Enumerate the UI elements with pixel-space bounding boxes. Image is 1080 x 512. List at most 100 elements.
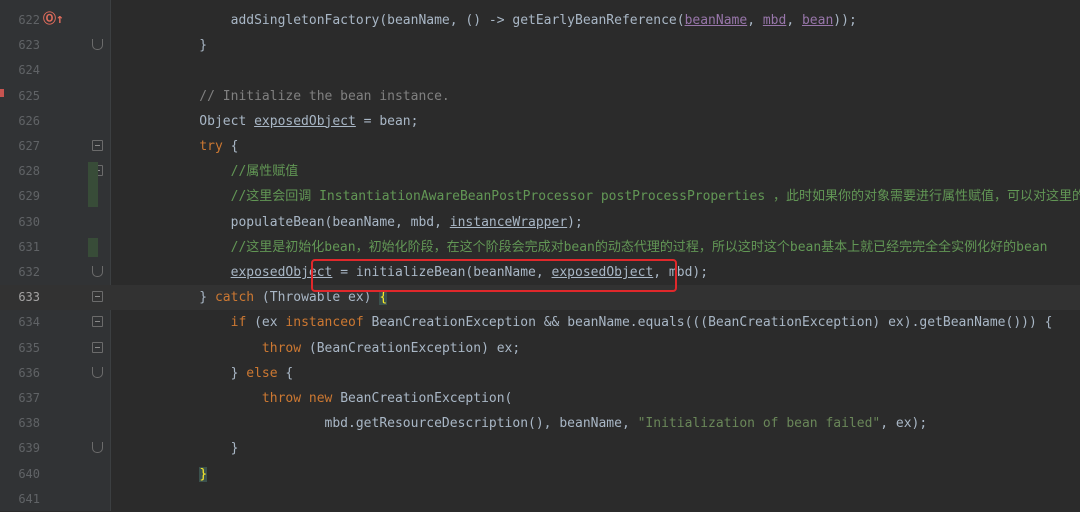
code-token: bean (801, 13, 834, 28)
code-token: mbd (762, 13, 787, 28)
code-text: throw (BeanCreationException) ex; (168, 336, 520, 361)
code-line[interactable]: 638 mbd.getResourceDescription(), beanNa… (0, 411, 1080, 436)
code-token: "Initialization of bean failed" (637, 416, 881, 432)
code-text: } (168, 436, 239, 461)
fold-icon[interactable] (92, 140, 103, 151)
code-token: } (168, 441, 239, 457)
line-number: 631 (18, 239, 40, 254)
code-token: //这里会回调 InstantiationAwareBeanPostProces… (168, 189, 1080, 205)
code-token: //属性赋值 (168, 164, 299, 180)
code-token: exposedObject (254, 113, 356, 129)
code-token: )); (833, 13, 857, 28)
code-token: BeanCreationException( (332, 391, 513, 406)
vcs-change-marker[interactable] (88, 162, 98, 207)
fold-icon[interactable] (92, 366, 103, 378)
code-line[interactable]: 631 //这里是初始化bean，初始化阶段，在这个阶段会完成对bean的动态代… (0, 235, 1080, 260)
code-line[interactable]: 629 //这里会回调 InstantiationAwareBeanPostPr… (0, 184, 1080, 209)
override-up-arrow-icon[interactable]: Ⓞ↑ (43, 12, 64, 28)
code-token: } (168, 365, 247, 381)
code-text: } (168, 33, 207, 58)
code-token: instanceof (285, 315, 364, 331)
line-number: 622 (18, 13, 40, 27)
code-line[interactable]: 635 throw (BeanCreationException) ex; (0, 336, 1080, 361)
code-line[interactable]: 630 populateBean(beanName, mbd, instance… (0, 210, 1080, 235)
code-text: //这里是初始化bean，初始化阶段，在这个阶段会完成对bean的动态代理的过程… (168, 235, 1048, 260)
code-line[interactable]: 637 throw new BeanCreationException( (0, 386, 1080, 411)
line-number: 633 (18, 290, 40, 305)
code-line[interactable]: 641 (0, 487, 1080, 512)
line-number: 636 (18, 365, 40, 380)
fold-icon[interactable] (92, 341, 103, 353)
code-text: throw new BeanCreationException( (168, 386, 512, 411)
code-text: addSingletonFactory(beanName, () -> getE… (168, 8, 857, 33)
line-number: 638 (18, 416, 40, 431)
line-number: 635 (18, 340, 40, 355)
line-number: 624 (18, 63, 40, 78)
code-line[interactable]: 634 if (ex instanceof BeanCreationExcept… (0, 310, 1080, 335)
line-number: 625 (18, 88, 40, 103)
code-token: { (379, 290, 388, 306)
code-text: } else { (168, 361, 294, 386)
code-token: mbd.getResourceDescription(), beanName, (168, 416, 638, 432)
fold-icon[interactable] (92, 291, 103, 303)
code-token: // Initialize the bean instance. (168, 88, 450, 104)
line-number: 627 (18, 139, 40, 153)
code-line[interactable]: 628 //属性赋值 (0, 159, 1080, 184)
vcs-change-marker[interactable] (88, 237, 98, 257)
code-line[interactable]: 640 } (0, 462, 1080, 487)
code-token: //这里是初始化bean，初始化阶段，在这个阶段会完成对bean的动态代理的过程… (168, 239, 1048, 255)
line-number: 626 (18, 113, 40, 128)
code-token: else (246, 365, 278, 381)
line-number: 637 (18, 391, 40, 405)
code-token: ); (567, 214, 583, 230)
code-token: Object (168, 113, 255, 129)
code-line[interactable]: 624 (0, 58, 1080, 83)
code-token: throw new (261, 391, 333, 406)
code-line[interactable]: 623 } (0, 33, 1080, 58)
code-token: beanName (684, 13, 748, 28)
code-text: mbd.getResourceDescription(), beanName, … (168, 411, 928, 436)
line-number: 640 (18, 466, 40, 481)
code-token: , (747, 13, 763, 28)
code-token: } (168, 290, 215, 306)
line-number: 632 (18, 265, 40, 279)
code-line[interactable]: 639 } (0, 436, 1080, 461)
fold-icon[interactable] (92, 39, 103, 51)
code-line[interactable]: 636 } else { (0, 361, 1080, 386)
code-line[interactable]: 625 // Initialize the bean instance. (0, 84, 1080, 109)
code-line[interactable]: 627 try { (0, 134, 1080, 159)
code-token: (BeanCreationException) ex; (301, 340, 521, 356)
code-text: } (168, 462, 208, 487)
code-token: catch (214, 290, 255, 306)
code-token: = bean; (355, 113, 419, 129)
code-token: (Throwable ex) (254, 290, 380, 306)
line-number: 641 (18, 491, 40, 506)
code-token: { (222, 139, 239, 154)
code-token: throw (261, 340, 302, 356)
line-number: 639 (18, 441, 40, 456)
code-token: { (277, 365, 294, 381)
code-token: } (168, 38, 208, 54)
code-text: //属性赋值 (168, 159, 299, 184)
code-token: BeanCreationException && beanName.equals… (363, 315, 1053, 331)
code-line[interactable]: 626 Object exposedObject = bean; (0, 109, 1080, 134)
line-number: 630 (18, 214, 40, 229)
fold-icon[interactable] (92, 316, 103, 328)
code-line[interactable]: 622 Ⓞ↑ addSingletonFactory(beanName, () -… (0, 8, 1080, 33)
code-text: try { (168, 134, 238, 159)
line-number: 623 (18, 38, 40, 53)
line-number: 628 (18, 164, 40, 179)
code-token: addSingletonFactory(beanName, () -> getE… (168, 13, 685, 28)
line-number: 634 (18, 315, 40, 330)
code-token: instanceWrapper (449, 214, 568, 230)
code-text: if (ex instanceof BeanCreationException … (168, 310, 1053, 335)
code-text: Object exposedObject = bean; (168, 109, 418, 134)
fold-icon[interactable] (92, 442, 103, 454)
code-text: //这里会回调 InstantiationAwareBeanPostProces… (168, 184, 1080, 209)
fold-icon[interactable] (92, 266, 103, 277)
code-token: populateBean(beanName, mbd, (168, 214, 450, 230)
code-token: (ex (246, 315, 286, 331)
line-number: 629 (18, 189, 40, 204)
